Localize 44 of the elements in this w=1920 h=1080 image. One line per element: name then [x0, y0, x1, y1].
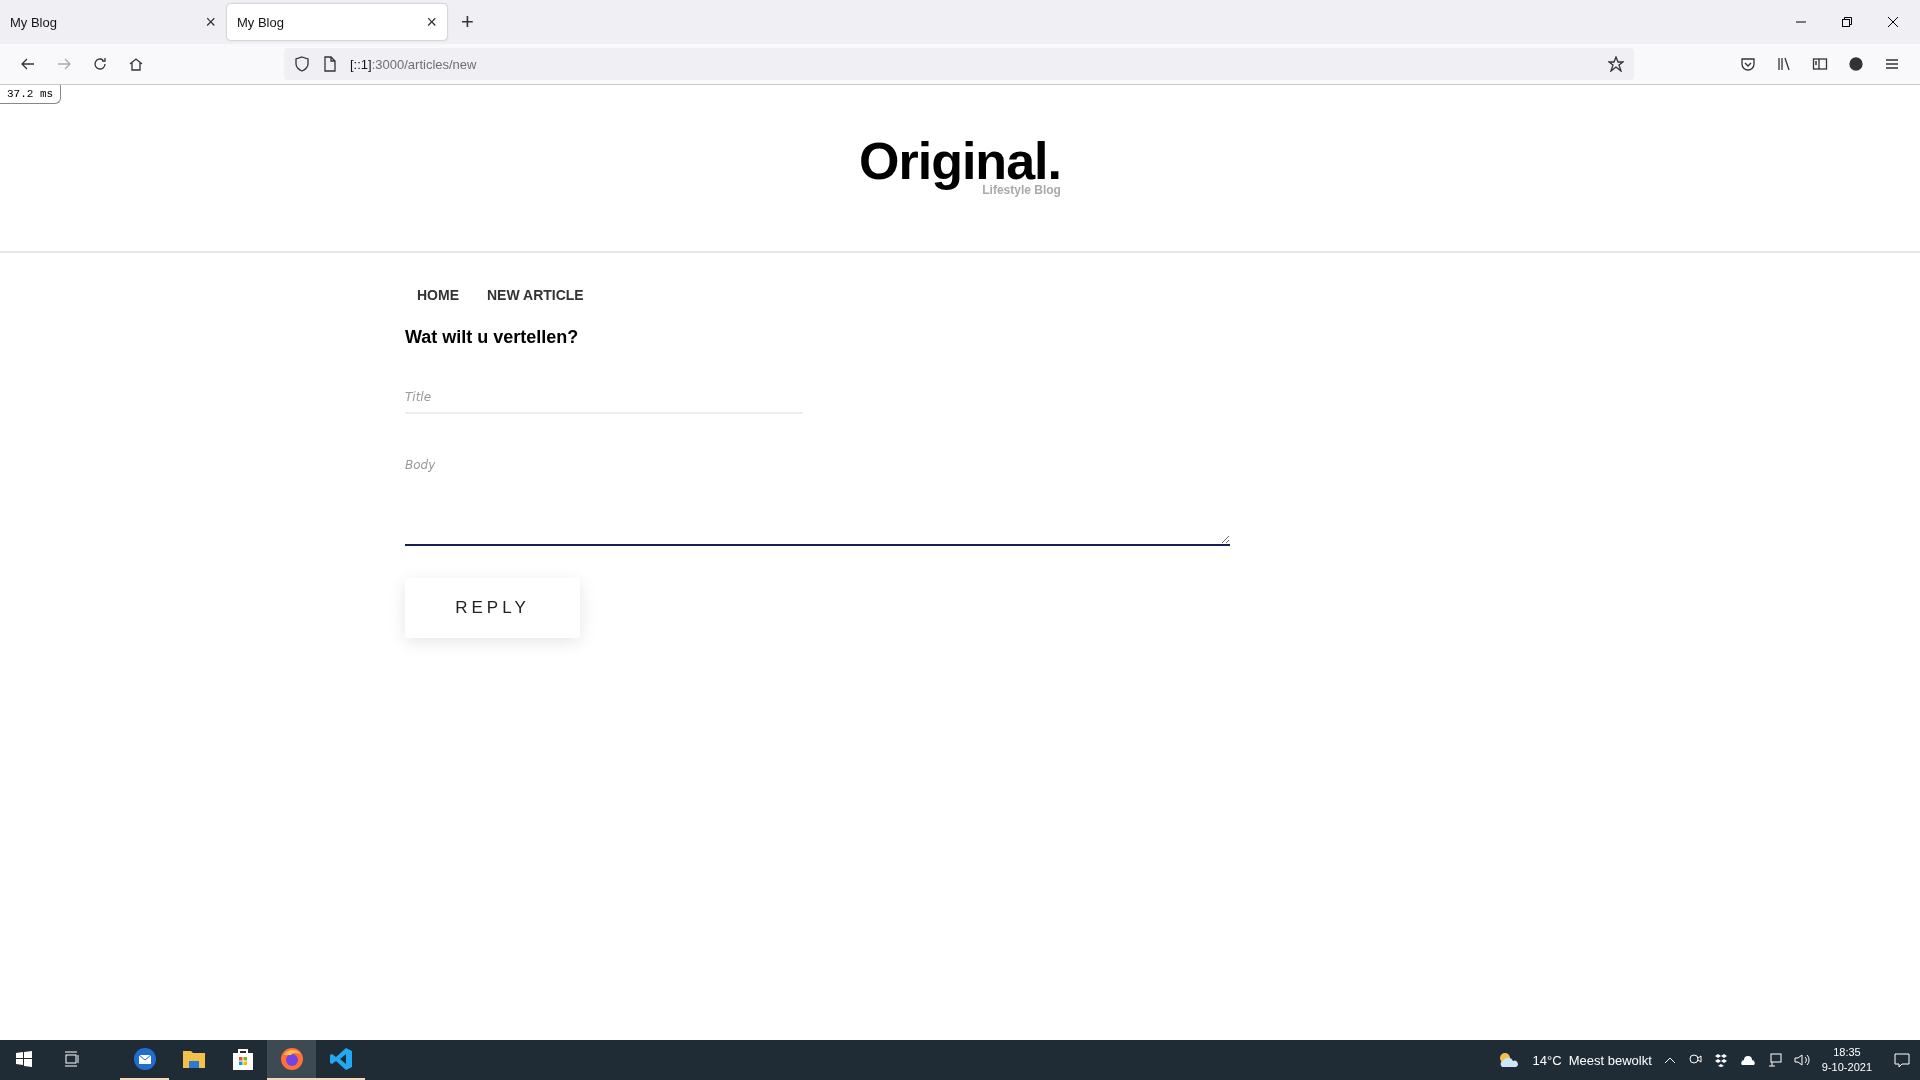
chevron-up-icon[interactable]: [1663, 1056, 1676, 1064]
network-icon[interactable]: [1767, 1053, 1782, 1067]
windows-icon: [16, 1051, 32, 1067]
reload-icon[interactable]: [92, 56, 108, 72]
home-icon[interactable]: [128, 56, 144, 72]
clock-time[interactable]: 18:35: [1833, 1045, 1861, 1060]
store-icon: [231, 1047, 254, 1071]
browser-tab[interactable]: My Blog ×: [0, 4, 226, 40]
notification-icon[interactable]: [1894, 1052, 1910, 1068]
cloud-icon: [1498, 1052, 1521, 1068]
box-icon[interactable]: [1713, 1053, 1728, 1067]
star-icon[interactable]: [1608, 56, 1624, 72]
camera-icon[interactable]: [1687, 1053, 1702, 1067]
firefox-icon: [279, 1047, 304, 1071]
shield-icon: [294, 56, 310, 72]
nav-link[interactable]: NEW ARTICLE: [487, 287, 584, 303]
clock-date[interactable]: 9-10-2021: [1821, 1060, 1872, 1075]
taskbar-app[interactable]: [267, 1040, 316, 1080]
back-arrow-icon[interactable]: [20, 56, 36, 72]
pocket-icon[interactable]: [1740, 56, 1756, 72]
new-tab-button[interactable]: +: [461, 9, 474, 35]
sidebar-icon[interactable]: [1812, 56, 1828, 72]
close-tab-button[interactable]: ×: [205, 11, 216, 33]
close-tab-button[interactable]: ×: [426, 11, 437, 33]
library-icon[interactable]: [1776, 56, 1792, 72]
folder-icon: [181, 1048, 206, 1070]
extension-icon[interactable]: [1848, 56, 1864, 72]
weather-text[interactable]: 14°C Meest bewolkt: [1532, 1052, 1652, 1068]
page-icon: [322, 56, 338, 72]
mail-icon: [132, 1047, 157, 1071]
restore-icon[interactable]: [1841, 16, 1853, 28]
close-icon[interactable]: [1887, 16, 1899, 28]
menu-icon[interactable]: [1884, 56, 1900, 72]
reply-button[interactable]: REPLY: [405, 578, 580, 638]
url-text: [::1]:3000/articles/new: [350, 56, 477, 72]
code-editor-icon: [328, 1047, 353, 1071]
cloud-icon[interactable]: [1739, 1055, 1756, 1065]
address-bar[interactable]: [::1]:3000/articles/new: [284, 48, 1634, 80]
task-view-icon: [64, 1051, 80, 1067]
browser-tab[interactable]: My Blog ×: [227, 4, 447, 40]
form-heading: Wat wilt u vertellen?: [405, 327, 580, 348]
nav-link[interactable]: HOME: [417, 287, 459, 303]
speaker-icon[interactable]: [1793, 1053, 1810, 1067]
timing-badge: 37.2 ms: [0, 85, 62, 104]
